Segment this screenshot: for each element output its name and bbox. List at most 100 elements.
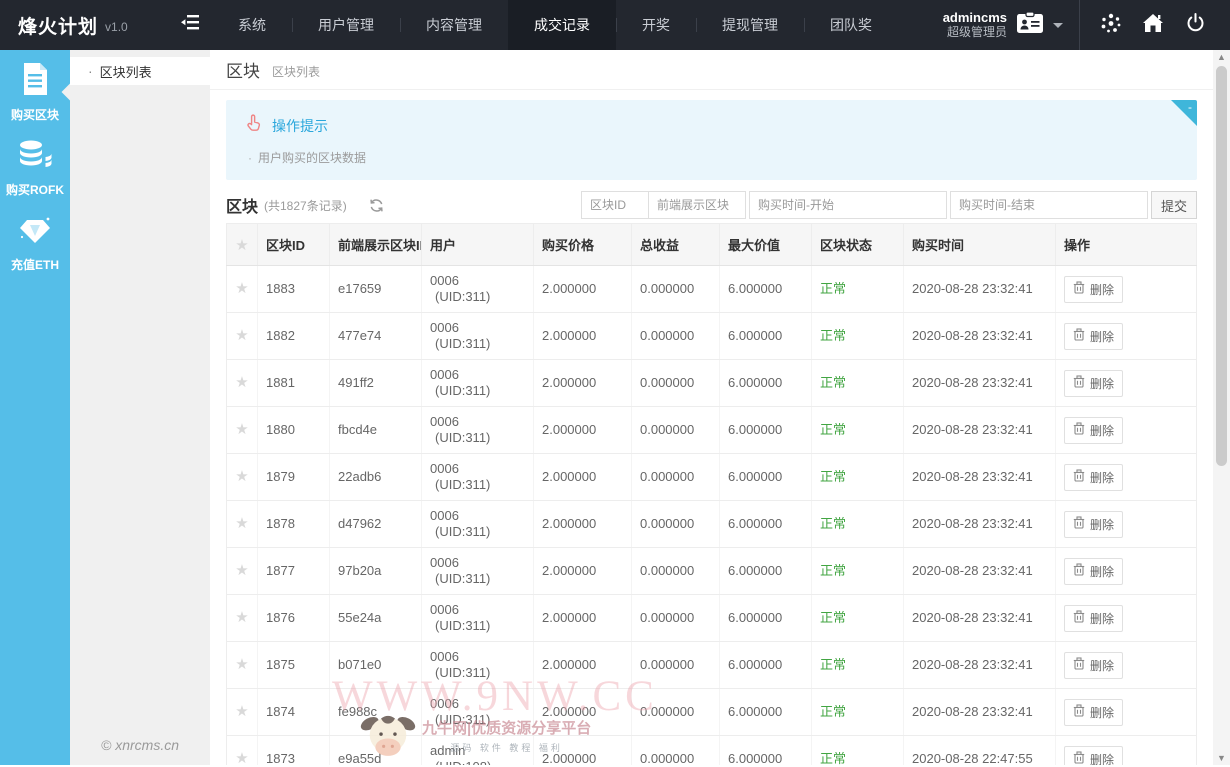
- nav-menu: 系统用户管理内容管理成交记录开奖提现管理团队奖: [212, 0, 898, 50]
- table-row: ★1880fbcd4e0006(UID:311)2.0000000.000000…: [227, 407, 1197, 454]
- clear-cache-button[interactable]: [1090, 0, 1132, 50]
- vertical-scrollbar[interactable]: ▲ ▼: [1213, 50, 1230, 765]
- star-icon[interactable]: ★: [235, 656, 248, 673]
- cell-user: 0006(UID:311): [422, 595, 534, 642]
- user-role: 超级管理员: [943, 25, 1007, 40]
- cell-profit: 0.000000: [632, 360, 720, 407]
- delete-button[interactable]: 删除: [1064, 652, 1123, 679]
- star-icon[interactable]: ★: [235, 280, 248, 297]
- scroll-down-arrow-icon[interactable]: ▼: [1217, 751, 1226, 765]
- cell-profit: 0.000000: [632, 266, 720, 313]
- document-icon: [19, 62, 51, 101]
- cell-block-id: 1873: [258, 736, 330, 766]
- cell-block-id: 1877: [258, 548, 330, 595]
- nav-item-6[interactable]: 团队奖: [804, 0, 898, 50]
- cell-block-id: 1882: [258, 313, 330, 360]
- table-toolbar: 区块 (共1827条记录) 提交: [226, 190, 1197, 220]
- sidebar-item-buy-block[interactable]: 购买区块: [0, 54, 70, 130]
- cell-status: 正常: [812, 407, 904, 454]
- delete-button[interactable]: 删除: [1064, 558, 1123, 585]
- delete-button[interactable]: 删除: [1064, 511, 1123, 538]
- display-id-input[interactable]: [649, 191, 746, 219]
- table-row: ★1883e176590006(UID:311)2.0000000.000000…: [227, 266, 1197, 313]
- minus-icon[interactable]: -: [1188, 101, 1192, 113]
- submit-button[interactable]: 提交: [1151, 191, 1197, 219]
- cell-profit: 0.000000: [632, 595, 720, 642]
- nav-item-4[interactable]: 开奖: [616, 0, 696, 50]
- notice-title: 操作提示: [272, 116, 328, 136]
- home-button[interactable]: [1132, 0, 1174, 50]
- column-header: 总收益: [632, 224, 720, 266]
- cell-time: 2020-08-28 23:32:41: [904, 313, 1056, 360]
- cell-time: 2020-08-28 23:32:41: [904, 548, 1056, 595]
- delete-button[interactable]: 删除: [1064, 370, 1123, 397]
- cell-block-id: 1878: [258, 501, 330, 548]
- time-start-input[interactable]: [749, 191, 947, 219]
- refresh-button[interactable]: [369, 198, 384, 213]
- star-icon[interactable]: ★: [235, 421, 248, 438]
- brand-name: 烽火计划: [18, 12, 98, 39]
- cell-display-id: b071e0: [330, 642, 422, 689]
- outdent-icon: [181, 14, 200, 36]
- star-icon[interactable]: ★: [235, 750, 248, 765]
- cell-max: 6.000000: [720, 548, 812, 595]
- sidebar-collapse-button[interactable]: [168, 0, 212, 50]
- cell-max: 6.000000: [720, 501, 812, 548]
- star-icon[interactable]: ★: [235, 468, 248, 485]
- coins-icon: [17, 139, 53, 176]
- star-icon[interactable]: ★: [235, 703, 248, 720]
- cell-max: 6.000000: [720, 736, 812, 766]
- star-icon[interactable]: ★: [235, 609, 248, 626]
- cell-price: 2.000000: [534, 548, 632, 595]
- column-header: 区块ID: [258, 224, 330, 266]
- cell-actions: 删除: [1056, 548, 1197, 595]
- sidebar-item-recharge-eth[interactable]: 充值ETH: [0, 206, 70, 282]
- delete-button[interactable]: 删除: [1064, 605, 1123, 632]
- table-row: ★1873e9a55dadmin(UID:108)2.0000000.00000…: [227, 736, 1197, 766]
- sidebar-item-buy-rofk[interactable]: 购买ROFK: [0, 130, 70, 206]
- table-row: ★1874fe988c0006(UID:311)2.0000000.000000…: [227, 689, 1197, 736]
- star-icon[interactable]: ★: [235, 515, 248, 532]
- star-icon[interactable]: ★: [235, 562, 248, 579]
- cell-display-id: 491ff2: [330, 360, 422, 407]
- nav-item-1[interactable]: 用户管理: [292, 0, 400, 50]
- cell-actions: 删除: [1056, 595, 1197, 642]
- delete-button[interactable]: 删除: [1064, 276, 1123, 303]
- cell-time: 2020-08-28 23:32:41: [904, 689, 1056, 736]
- block-id-input[interactable]: [581, 191, 649, 219]
- scroll-up-arrow-icon[interactable]: ▲: [1217, 50, 1226, 64]
- nav-item-0[interactable]: 系统: [212, 0, 292, 50]
- cell-display-id: 22adb6: [330, 454, 422, 501]
- scrollbar-thumb[interactable]: [1216, 66, 1227, 466]
- delete-button[interactable]: 删除: [1064, 464, 1123, 491]
- cell-status: 正常: [812, 501, 904, 548]
- sidebar-item-block-list[interactable]: · 区块列表: [70, 57, 210, 85]
- record-count: (共1827条记录): [264, 197, 347, 214]
- time-end-input[interactable]: [950, 191, 1148, 219]
- cell-profit: 0.000000: [632, 501, 720, 548]
- user-menu[interactable]: admincms 超级管理员: [943, 10, 1063, 41]
- delete-button[interactable]: 删除: [1064, 323, 1123, 350]
- delete-button[interactable]: 删除: [1064, 746, 1123, 766]
- column-header: 前端展示区块ID: [330, 224, 422, 266]
- sidebar-item-label: 购买ROFK: [6, 181, 64, 198]
- nav-item-3[interactable]: 成交记录: [508, 0, 616, 50]
- nav-item-2[interactable]: 内容管理: [400, 0, 508, 50]
- cell-block-id: 1876: [258, 595, 330, 642]
- submenu-item-label: 区块列表: [100, 62, 152, 81]
- notice-collapse-button[interactable]: [1171, 100, 1197, 126]
- cell-max: 6.000000: [720, 407, 812, 454]
- nav-item-5[interactable]: 提现管理: [696, 0, 804, 50]
- cell-display-id: fbcd4e: [330, 407, 422, 454]
- trash-icon: [1073, 375, 1085, 391]
- cell-time: 2020-08-28 23:32:41: [904, 360, 1056, 407]
- logout-button[interactable]: [1174, 0, 1216, 50]
- star-icon[interactable]: ★: [235, 374, 248, 391]
- delete-button[interactable]: 删除: [1064, 417, 1123, 444]
- copyright-footer: © xnrcms.cn: [70, 737, 210, 753]
- star-icon[interactable]: ★: [235, 327, 248, 344]
- delete-button[interactable]: 删除: [1064, 699, 1123, 726]
- cell-price: 2.000000: [534, 407, 632, 454]
- cell-status: 正常: [812, 689, 904, 736]
- cell-price: 2.000000: [534, 595, 632, 642]
